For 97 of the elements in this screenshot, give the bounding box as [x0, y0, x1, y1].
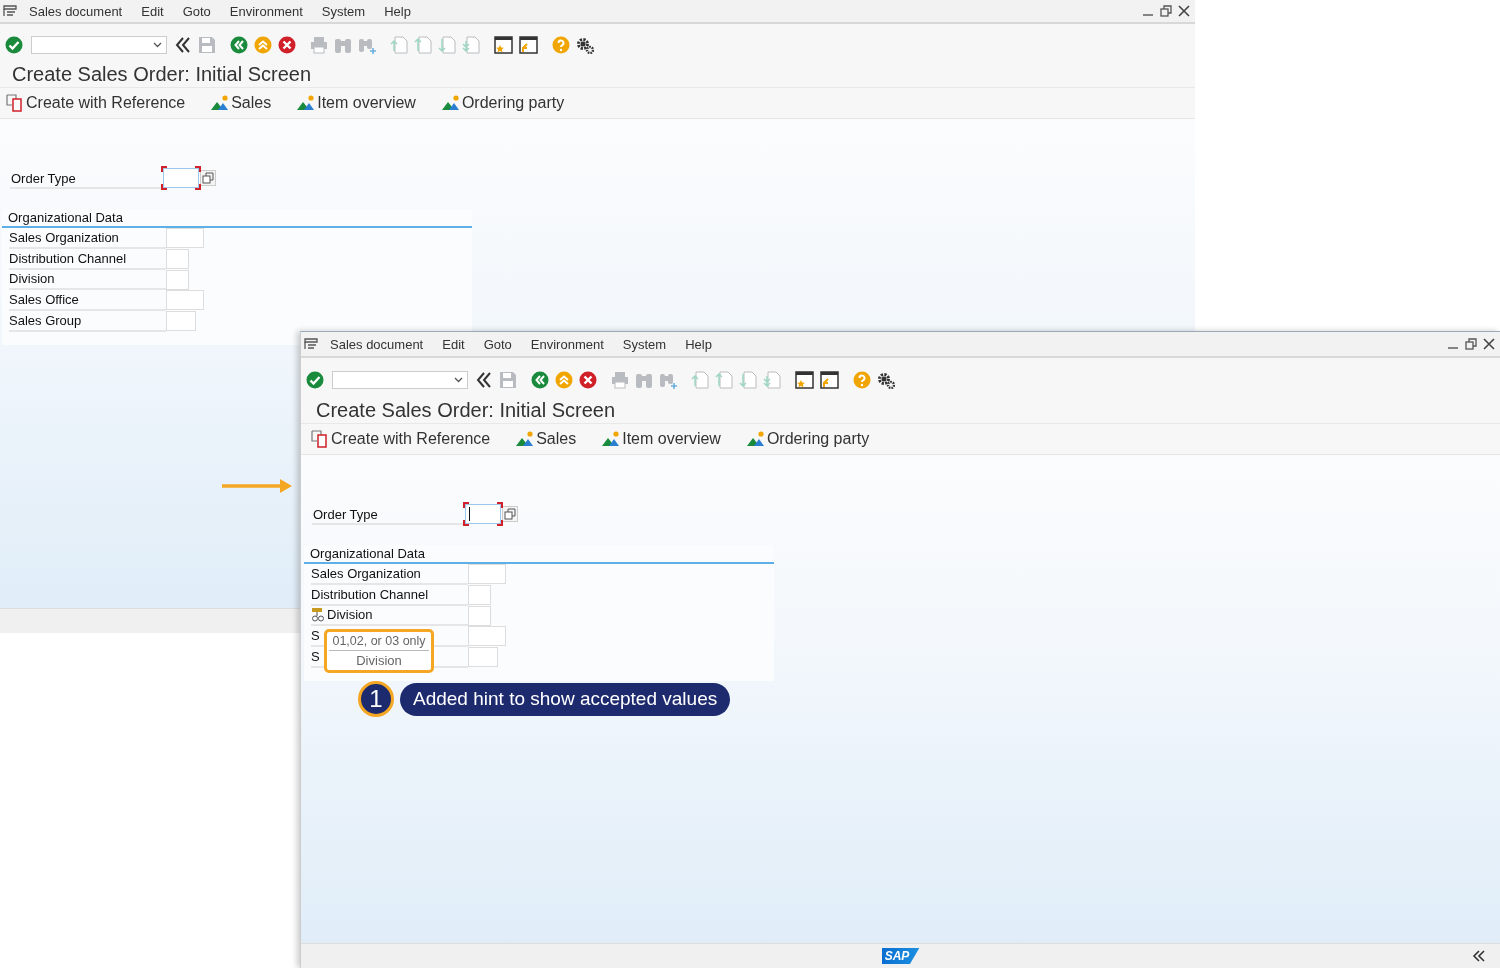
menu-icon[interactable]: [3, 5, 17, 17]
arrow: [222, 478, 294, 494]
mountain-icon: [441, 95, 460, 111]
input-field[interactable]: [468, 647, 498, 668]
field-label: Division: [9, 271, 55, 287]
input-field[interactable]: [166, 290, 204, 311]
copy-document-icon: [311, 430, 329, 448]
up-chevron-icon[interactable]: [555, 370, 573, 389]
page-up-icon[interactable]: [691, 370, 709, 389]
menu-item[interactable]: Environment: [530, 336, 604, 352]
menu-item[interactable]: Sales document: [29, 3, 123, 19]
back-icon[interactable]: [531, 370, 549, 389]
page-down-icon[interactable]: [739, 370, 757, 389]
field-label: Division: [327, 607, 373, 623]
menu-item[interactable]: Edit: [442, 336, 465, 352]
field-label: S: [311, 627, 320, 643]
page-up-icon[interactable]: [715, 370, 733, 389]
printer-icon[interactable]: [611, 370, 629, 389]
input-field[interactable]: [166, 249, 189, 270]
checkmark-icon[interactable]: [306, 370, 324, 389]
mountain-icon: [602, 431, 621, 447]
toolbar-button[interactable]: Create with Reference: [6, 94, 186, 112]
mountain-icon: [516, 431, 535, 447]
settings-icon[interactable]: [576, 35, 594, 54]
group-title: Organizational Data: [2, 209, 472, 228]
menu-item[interactable]: Environment: [229, 3, 303, 19]
mountain-icon: [211, 95, 230, 111]
cancel-icon[interactable]: [278, 35, 296, 54]
field-label: Sales Organization: [311, 565, 421, 581]
double-chevron-icon[interactable]: [475, 370, 493, 389]
text-cursor: [469, 507, 470, 521]
page-down-icon[interactable]: [462, 35, 480, 54]
double-chevron-icon[interactable]: [1472, 949, 1486, 963]
command-field[interactable]: [332, 370, 468, 389]
callout-text: Added hint to show accepted values: [400, 682, 731, 716]
value-help-icon[interactable]: [200, 170, 216, 186]
mountain-icon: [297, 95, 316, 111]
input-field[interactable]: [166, 311, 196, 332]
settings-icon[interactable]: [877, 370, 895, 389]
toolbar-button[interactable]: Sales: [211, 94, 272, 112]
order-type-field[interactable]: [465, 504, 501, 524]
toolbar-button[interactable]: Item overview: [602, 430, 721, 448]
page-down-icon[interactable]: [763, 370, 781, 389]
tooltip-text: 01,02, or 03 only: [329, 632, 429, 651]
restore-icon[interactable]: [1160, 5, 1172, 17]
field-label: S: [311, 648, 320, 664]
toolbar-button[interactable]: Ordering party: [441, 94, 565, 112]
save-icon[interactable]: [198, 35, 216, 54]
cancel-icon[interactable]: [579, 370, 597, 389]
page-down-icon[interactable]: [438, 35, 456, 54]
help-icon[interactable]: [552, 35, 570, 54]
order-type-field[interactable]: [163, 168, 199, 188]
toolbar-button[interactable]: Ordering party: [746, 430, 870, 448]
page-up-icon[interactable]: [414, 35, 432, 54]
menu-item[interactable]: Edit: [141, 3, 164, 19]
printer-icon[interactable]: [310, 35, 328, 54]
logo: SAP: [881, 948, 920, 964]
mountain-icon: [746, 431, 765, 447]
help-icon[interactable]: [853, 370, 871, 389]
menu-icon[interactable]: [304, 338, 318, 350]
dropdown-caret-icon[interactable]: [153, 41, 162, 48]
back-icon[interactable]: [230, 35, 248, 54]
page-up-icon[interactable]: [390, 35, 408, 54]
field-label: Sales Group: [9, 312, 82, 328]
copy-document-icon: [6, 94, 24, 112]
command-field[interactable]: [31, 35, 167, 54]
field-label: Distribution Channel: [9, 250, 127, 266]
menu-item[interactable]: System: [622, 336, 667, 352]
toolbar-button[interactable]: Create with Reference: [311, 430, 491, 448]
restore-icon[interactable]: [1465, 338, 1477, 350]
input-field[interactable]: [468, 585, 491, 606]
toolbar-button[interactable]: Sales: [516, 430, 577, 448]
checkmark-icon[interactable]: [5, 35, 23, 54]
menu-item[interactable]: Goto: [483, 336, 512, 352]
field-label: Sales Office: [9, 291, 79, 307]
menu-item[interactable]: Sales document: [330, 336, 424, 352]
field-label: Sales Organization: [9, 229, 119, 245]
field-label: Distribution Channel: [311, 586, 429, 602]
input-field[interactable]: [468, 626, 506, 647]
up-chevron-icon[interactable]: [254, 35, 272, 54]
tooltip-text: Division: [355, 652, 403, 670]
close-icon[interactable]: [1483, 338, 1495, 350]
menu-item[interactable]: System: [321, 3, 366, 19]
input-field[interactable]: [166, 228, 204, 249]
close-icon[interactable]: [1178, 5, 1190, 17]
input-field[interactable]: [468, 564, 506, 585]
input-field[interactable]: [468, 605, 491, 626]
group-title: Organizational Data: [304, 545, 774, 564]
toolbar-button[interactable]: Item overview: [297, 94, 416, 112]
menu-item[interactable]: Help: [685, 336, 712, 352]
input-field[interactable]: [166, 269, 189, 290]
menu-item[interactable]: Goto: [182, 3, 211, 19]
value-help-icon[interactable]: [502, 506, 518, 522]
menu-item[interactable]: Help: [384, 3, 411, 19]
double-chevron-icon[interactable]: [174, 35, 192, 54]
save-icon[interactable]: [499, 370, 517, 389]
dropdown-caret-icon[interactable]: [454, 376, 463, 383]
